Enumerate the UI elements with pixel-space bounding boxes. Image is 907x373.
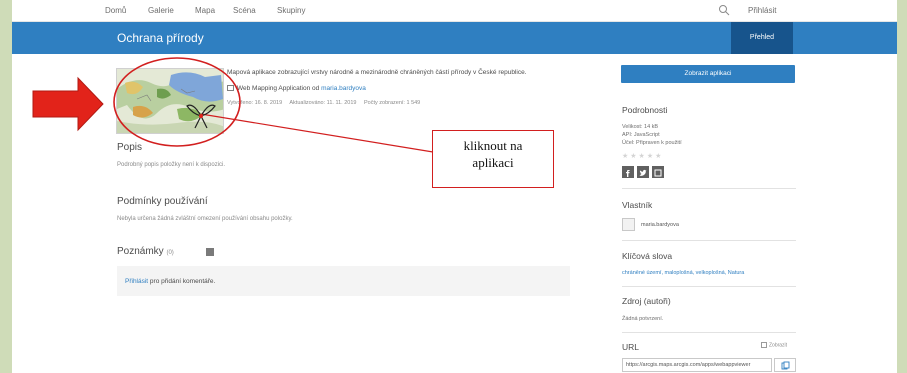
browser-page: Domů Galerie Mapa Scéna Skupiny Přihlási… xyxy=(12,0,897,373)
pointer-arrow-icon xyxy=(32,76,104,132)
highlight-ellipse xyxy=(113,57,241,147)
annotation-overlay xyxy=(32,57,434,153)
cursor-pointer-icon xyxy=(186,104,216,129)
callout-line xyxy=(200,113,434,153)
